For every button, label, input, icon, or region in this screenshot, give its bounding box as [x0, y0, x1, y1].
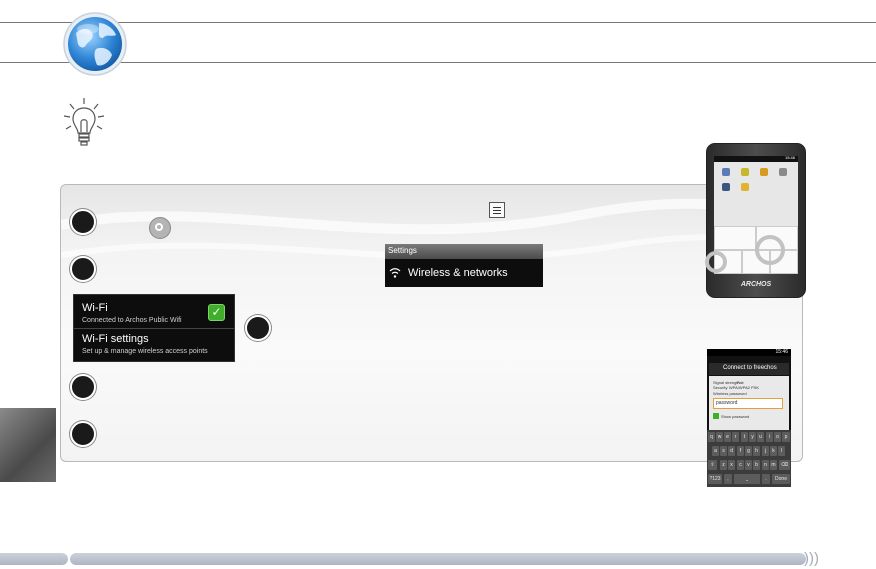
- key[interactable]: i: [766, 432, 773, 442]
- wifi-settings-screenshot: Wi-Fi Connected to Archos Public Wifi ✓ …: [73, 294, 235, 362]
- key[interactable]: k: [770, 446, 777, 456]
- dialog-status-bar: 15:46: [707, 349, 791, 356]
- globe-icon: [63, 12, 127, 76]
- password-label: Wireless password: [713, 391, 747, 396]
- key[interactable]: u: [757, 432, 764, 442]
- menu-icon: [489, 202, 505, 218]
- app-icon: [722, 183, 730, 191]
- key[interactable]: o: [774, 432, 781, 442]
- show-password-checkbox[interactable]: [713, 413, 719, 419]
- security-label: Security: [713, 385, 728, 390]
- footer-bar: [70, 553, 806, 565]
- dialog-clock: 15:46: [775, 349, 788, 355]
- header-rule-bottom: [0, 62, 876, 63]
- app-icon: [741, 183, 749, 191]
- wifi-settings-subtitle: Set up & manage wireless access points: [82, 348, 208, 355]
- step-1-marker: [70, 209, 96, 235]
- header-rule-top: [0, 22, 876, 23]
- key[interactable]: p: [782, 432, 790, 442]
- password-value: password: [716, 400, 738, 406]
- onscreen-keyboard: q w e r t y u i o p a s d f g h j k l ⇧ …: [707, 430, 791, 487]
- key[interactable]: y: [749, 432, 756, 442]
- key[interactable]: a: [712, 446, 719, 456]
- key[interactable]: t: [741, 432, 748, 442]
- done-key[interactable]: Done: [772, 474, 790, 484]
- step-3-marker: [245, 315, 271, 341]
- security-value: WPA/WPA2 PSK: [729, 385, 760, 390]
- key[interactable]: z: [720, 460, 727, 470]
- password-input[interactable]: password: [713, 398, 783, 409]
- symbols-key[interactable]: ?123: [708, 474, 722, 484]
- wifi-checkbox-icon[interactable]: ✓: [208, 304, 225, 321]
- archos-device: 15:46 ARCHOS: [706, 143, 806, 298]
- key[interactable]: q: [708, 432, 715, 442]
- settings-header-label: Settings: [388, 246, 417, 255]
- period-key[interactable]: .: [762, 474, 770, 484]
- key[interactable]: e: [724, 432, 731, 442]
- key[interactable]: v: [745, 460, 752, 470]
- back-button-highlight: [705, 251, 727, 273]
- key[interactable]: h: [753, 446, 760, 456]
- app-icon: [760, 168, 768, 176]
- step-4-marker: [70, 374, 96, 400]
- footer-bar-left: [0, 553, 68, 565]
- key[interactable]: m: [770, 460, 777, 470]
- space-key[interactable]: ⎵: [734, 474, 760, 484]
- menu-cell-add: [714, 226, 756, 250]
- connect-dialog-screenshot: 15:46 Connect to freechos Signal strengt…: [707, 349, 791, 487]
- key[interactable]: j: [762, 446, 769, 456]
- show-password-label: Show password: [721, 414, 750, 419]
- wifi-toggle-title[interactable]: Wi-Fi: [82, 302, 108, 314]
- key[interactable]: b: [753, 460, 760, 470]
- step-2-marker: [70, 256, 96, 282]
- wifi-toggle-subtitle: Connected to Archos Public Wifi: [82, 317, 182, 324]
- key[interactable]: s: [720, 446, 727, 456]
- settings-header: Settings: [385, 244, 543, 259]
- wifi-divider: [74, 328, 234, 329]
- comma-key[interactable]: ,: [724, 474, 732, 484]
- key[interactable]: l: [778, 446, 785, 456]
- wireless-networks-item[interactable]: Wireless & networks: [408, 267, 508, 279]
- key[interactable]: c: [737, 460, 744, 470]
- dialog-title: Connect to freechos: [723, 365, 777, 371]
- key[interactable]: w: [716, 432, 723, 442]
- app-icon: [741, 168, 749, 176]
- wifi-settings-title[interactable]: Wi-Fi settings: [82, 333, 149, 345]
- settings-button-highlight: [755, 235, 785, 265]
- backspace-key[interactable]: ⌫: [779, 460, 790, 470]
- wifi-icon: [389, 268, 401, 278]
- shift-key[interactable]: ⇧: [708, 460, 717, 470]
- settings-screenshot: Settings Wireless & networks: [385, 244, 543, 287]
- footer-chevrons: ))): [804, 550, 819, 567]
- dialog-title-bar: Connect to freechos: [709, 363, 789, 375]
- gear-icon: [149, 217, 171, 239]
- key[interactable]: x: [728, 460, 735, 470]
- device-brand: ARCHOS: [740, 281, 772, 288]
- device-status-bar: 15:46: [714, 155, 798, 162]
- key[interactable]: g: [745, 446, 752, 456]
- key[interactable]: f: [737, 446, 744, 456]
- app-icon: [722, 168, 730, 176]
- side-tab: [0, 408, 56, 482]
- key[interactable]: n: [762, 460, 769, 470]
- lightbulb-icon: [63, 98, 105, 146]
- key[interactable]: r: [732, 432, 739, 442]
- device-clock: 15:46: [784, 155, 795, 160]
- app-icon: [779, 168, 787, 176]
- key[interactable]: d: [728, 446, 735, 456]
- step-5-marker: [70, 421, 96, 447]
